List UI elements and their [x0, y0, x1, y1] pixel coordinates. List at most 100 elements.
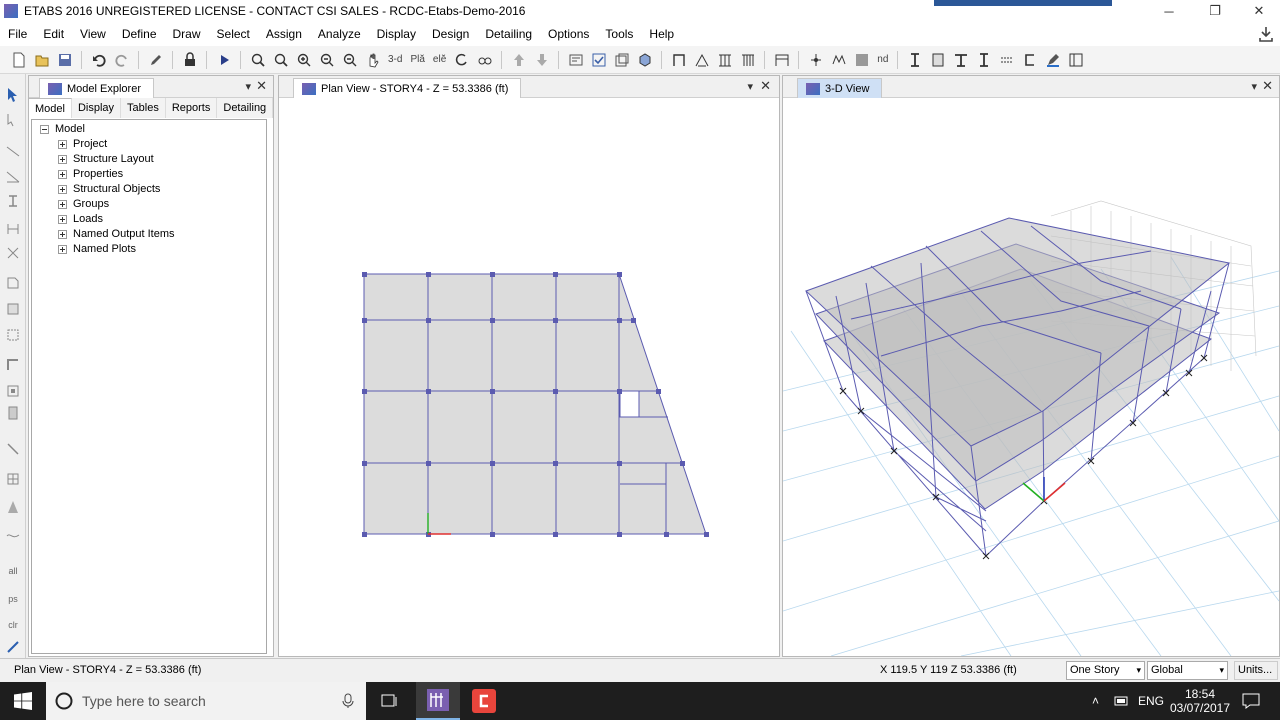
draw-quick-floor-tool-icon[interactable] — [4, 326, 22, 344]
draw-beam-icon[interactable] — [668, 50, 689, 70]
draw-floor-tool-icon[interactable] — [4, 274, 22, 292]
menu-tools[interactable]: Tools — [597, 22, 641, 46]
run-analysis-icon[interactable] — [213, 50, 234, 70]
plan-view-canvas[interactable] — [279, 98, 779, 656]
draw-column-tool-icon[interactable] — [4, 192, 22, 210]
draw-rect-floor-tool-icon[interactable] — [4, 300, 22, 318]
task-view-button[interactable] — [368, 682, 412, 720]
model-explorer-tab[interactable]: Model Explorer — [39, 78, 154, 98]
explorer-dropdown-icon[interactable]: ▾ — [245, 80, 251, 93]
menu-draw[interactable]: Draw — [165, 22, 209, 46]
draw-secondary-beams-icon[interactable] — [737, 50, 758, 70]
3d-view-dropdown-icon[interactable]: ▾ — [1251, 80, 1257, 93]
draw-brace-tool-icon[interactable] — [4, 244, 22, 262]
assign-frame-icon[interactable] — [950, 50, 971, 70]
menu-define[interactable]: Define — [114, 22, 165, 46]
plan-view-close-icon[interactable]: ✕ — [760, 78, 771, 94]
object-shrink-icon[interactable] — [611, 50, 632, 70]
plan-view-dropdown-icon[interactable]: ▾ — [747, 80, 753, 93]
snap-options-icon[interactable] — [4, 638, 22, 656]
draw-point-icon[interactable] — [805, 50, 826, 70]
menu-view[interactable]: View — [72, 22, 114, 46]
draw-wall-icon[interactable] — [771, 50, 792, 70]
expand-icon[interactable] — [58, 139, 67, 149]
3d-view-canvas[interactable] — [783, 98, 1279, 656]
draw-area-icon[interactable] — [851, 50, 872, 70]
zoom-window-icon[interactable] — [247, 50, 268, 70]
floor-slab[interactable] — [363, 273, 707, 535]
story-select[interactable]: One Story ▾ — [1066, 661, 1145, 680]
menu-file[interactable]: File — [0, 22, 35, 46]
expand-icon[interactable] — [58, 244, 67, 254]
assign-area-icon[interactable] — [927, 50, 948, 70]
elevation-view-button[interactable]: elĕ — [430, 54, 449, 65]
rotate-view-icon[interactable] — [451, 50, 472, 70]
assign-load-icon[interactable] — [996, 50, 1017, 70]
previous-selection-button[interactable]: ps — [4, 590, 22, 608]
undo-icon[interactable] — [88, 50, 109, 70]
3d-view-tab[interactable]: 3-D View — [797, 78, 883, 98]
action-center-icon[interactable] — [1242, 682, 1260, 720]
clear-selection-button[interactable]: clr — [4, 616, 22, 634]
menu-select[interactable]: Select — [209, 22, 258, 46]
set-display-icon[interactable] — [565, 50, 586, 70]
menu-help[interactable]: Help — [641, 22, 682, 46]
explorer-close-icon[interactable]: ✕ — [256, 78, 267, 94]
tab-reports[interactable]: Reports — [165, 98, 218, 118]
tree-root-model[interactable]: Model — [40, 123, 85, 135]
draw-reference-line-tool-icon[interactable] — [4, 526, 22, 544]
menu-display[interactable]: Display — [369, 22, 424, 46]
3d-view-close-icon[interactable]: ✕ — [1262, 78, 1273, 94]
redo-icon[interactable] — [111, 50, 132, 70]
tree-item-structure-layout[interactable]: Structure Layout — [58, 153, 154, 165]
plan-view-tab[interactable]: Plan View - STORY4 - Z = 53.3386 (ft) — [293, 78, 522, 98]
paint-icon[interactable] — [1042, 50, 1063, 70]
zoom-out-icon[interactable] — [316, 50, 337, 70]
menu-assign[interactable]: Assign — [258, 22, 310, 46]
restore-button[interactable]: ❐ — [1192, 0, 1238, 22]
microphone-icon[interactable] — [342, 693, 354, 709]
close-window-button[interactable]: ✕ — [1236, 0, 1280, 22]
expand-icon[interactable] — [58, 229, 67, 239]
draw-dimension-tool-icon[interactable] — [4, 440, 22, 458]
pan-icon[interactable] — [362, 50, 383, 70]
tree-item-project[interactable]: Project — [58, 138, 107, 150]
start-button[interactable] — [0, 682, 46, 720]
draw-columns-icon[interactable] — [714, 50, 735, 70]
check-model-icon[interactable] — [588, 50, 609, 70]
coordinate-system-select[interactable]: Global ▾ — [1147, 661, 1228, 680]
3d-view-button[interactable]: 3-d — [385, 54, 405, 65]
taskbar-recorder-app[interactable] — [462, 682, 506, 720]
open-model-icon[interactable] — [31, 50, 52, 70]
building-floors[interactable] — [805, 217, 1231, 510]
expand-icon[interactable] — [58, 199, 67, 209]
draw-beam-tool-icon[interactable] — [4, 168, 22, 186]
tab-display[interactable]: Display — [71, 98, 122, 118]
move-down-icon[interactable] — [531, 50, 552, 70]
draw-line-icon[interactable] — [4, 142, 22, 160]
zoom-restore-icon[interactable] — [270, 50, 291, 70]
menu-design[interactable]: Design — [424, 22, 477, 46]
select-all-button[interactable]: all — [4, 562, 22, 580]
slab-opening[interactable] — [619, 390, 640, 418]
draw-link-icon[interactable] — [828, 50, 849, 70]
draw-grid-tool-icon[interactable] — [4, 470, 22, 488]
menu-edit[interactable]: Edit — [35, 22, 72, 46]
expand-icon[interactable] — [58, 154, 67, 164]
tray-chevron-icon[interactable]: ˄ — [1092, 682, 1099, 720]
expand-icon[interactable] — [58, 169, 67, 179]
assign-column-icon[interactable] — [973, 50, 994, 70]
expand-icon[interactable] — [58, 214, 67, 224]
draw-brace-icon[interactable] — [691, 50, 712, 70]
pencil-icon[interactable] — [145, 50, 166, 70]
zoom-out-step-icon[interactable] — [339, 50, 360, 70]
assign-section-icon[interactable] — [904, 50, 925, 70]
tree-item-groups[interactable]: Groups — [58, 198, 109, 210]
assign-link-icon[interactable] — [1019, 50, 1040, 70]
tab-detailing[interactable]: Detailing — [217, 98, 274, 118]
nd-button[interactable]: nd — [874, 54, 891, 65]
reshape-icon[interactable] — [4, 112, 22, 130]
menu-detailing[interactable]: Detailing — [477, 22, 540, 46]
menu-options[interactable]: Options — [540, 22, 597, 46]
menu-analyze[interactable]: Analyze — [310, 22, 369, 46]
